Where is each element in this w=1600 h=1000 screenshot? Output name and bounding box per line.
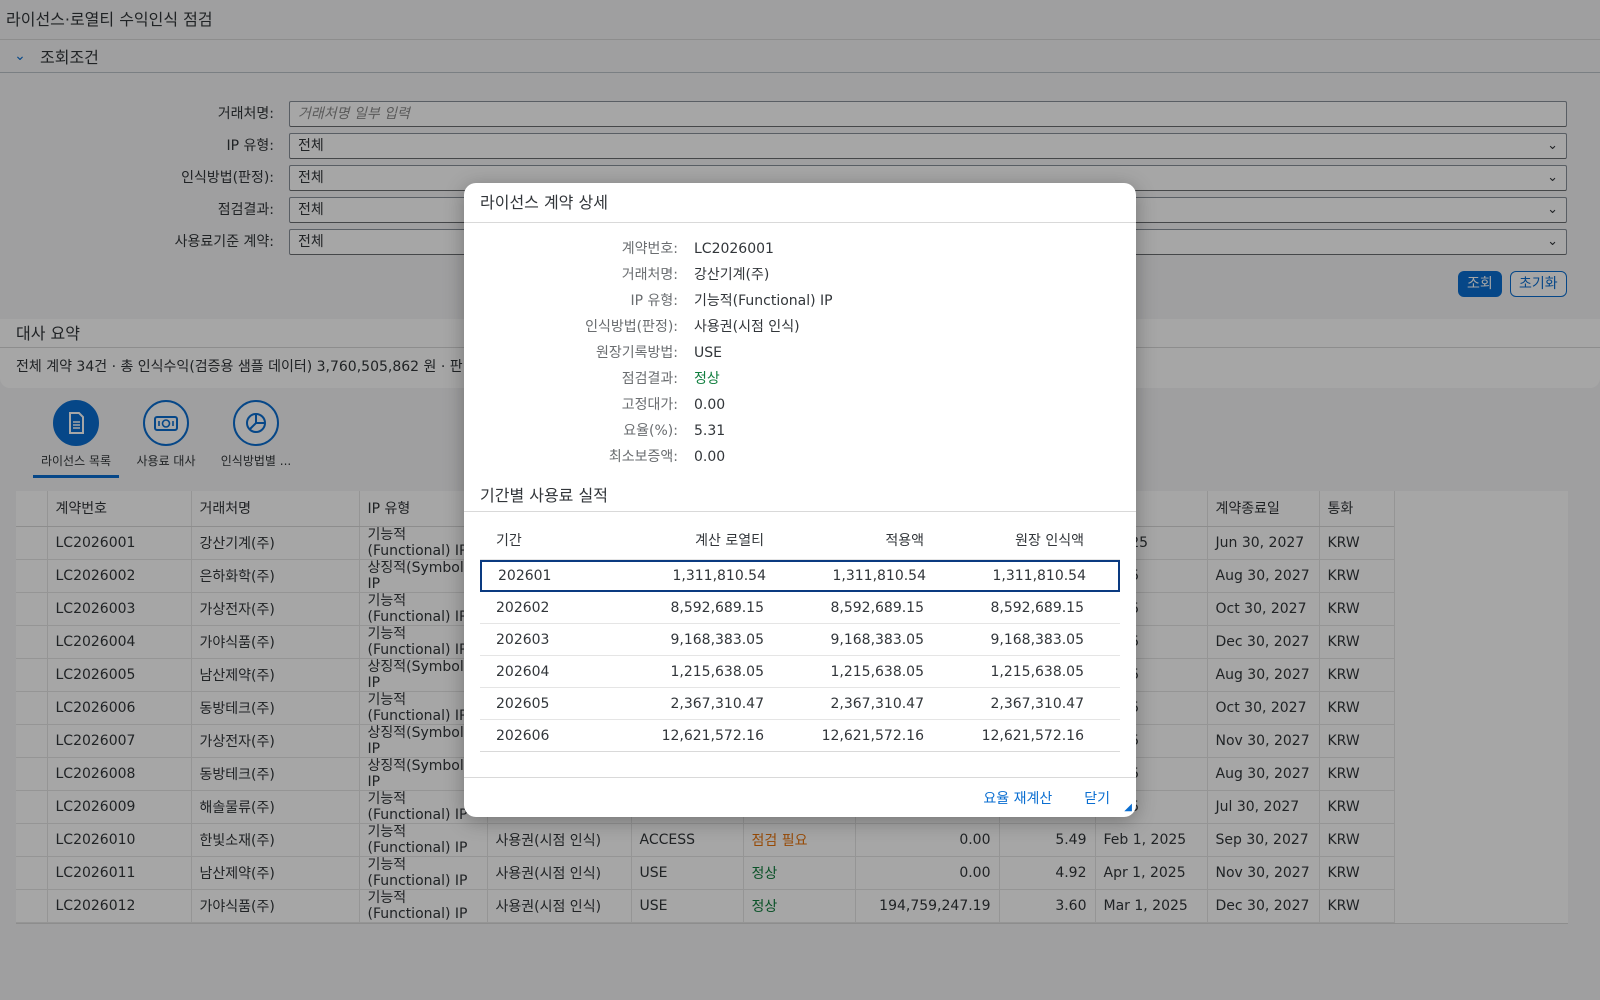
- period-cell: 8,592,689.15: [670, 599, 764, 616]
- form-label: 원장기록방법:: [596, 345, 678, 361]
- period-cell: 12,621,572.16: [821, 727, 924, 744]
- period-cell: 8,592,689.15: [990, 599, 1084, 616]
- period-cell: 202601: [498, 568, 552, 584]
- period-cell: 202603: [496, 631, 550, 648]
- period-cell: 202604: [496, 663, 550, 680]
- form-label: 최소보증액:: [608, 449, 678, 465]
- recalculate-rate-button[interactable]: 요율 재계산: [983, 788, 1052, 808]
- form-row: 거래처명: 강산기계(주): [464, 262, 1136, 288]
- form-label: 계약번호:: [621, 241, 678, 257]
- form-label: 인식방법(판정):: [585, 319, 678, 335]
- form-value: 0.00: [694, 449, 726, 465]
- resize-handle-icon[interactable]: ◢: [1124, 802, 1132, 813]
- form-value: 기능적(Functional) IP: [694, 293, 833, 309]
- form-value: USE: [694, 345, 722, 361]
- period-cell: 8,592,689.15: [830, 599, 924, 616]
- period-cell: 2,367,310.47: [670, 695, 764, 712]
- period-cell: 9,168,383.05: [670, 631, 764, 648]
- column-header: 기간: [496, 532, 522, 549]
- period-cell: 1,311,810.54: [832, 568, 926, 584]
- dialog-title: 라이선스 계약 상세: [464, 183, 1136, 223]
- contract-detail-form: 계약번호: LC2026001 거래처명: 강산기계(주) IP 유형: 기능적(Func…: [464, 223, 1136, 470]
- column-header: 원장 인식액: [1015, 532, 1084, 549]
- period-row[interactable]: 202602 8,592,689.15 8,592,689.15 8,592,689.…: [480, 592, 1120, 624]
- form-label: 거래처명:: [621, 267, 678, 283]
- close-button[interactable]: 닫기: [1084, 788, 1110, 808]
- form-row: 최소보증액: 0.00: [464, 444, 1136, 470]
- form-value: 정상: [694, 371, 720, 387]
- period-table-header: 기간 계산 로열티 적용액 원장 인식액: [480, 520, 1120, 560]
- form-label: 요율(%):: [623, 423, 678, 439]
- period-row[interactable]: 202604 1,215,638.05 1,215,638.05 1,215,638.…: [480, 656, 1120, 688]
- form-label: IP 유형:: [630, 293, 679, 309]
- form-value: LC2026001: [694, 241, 774, 257]
- column-header: 계산 로열티: [695, 532, 764, 549]
- period-row[interactable]: 202601 1,311,810.54 1,311,810.54 1,311,810.…: [480, 560, 1120, 592]
- period-cell: 1,215,638.05: [990, 663, 1084, 680]
- form-value: 강산기계(주): [694, 267, 770, 283]
- form-row: 계약번호: LC2026001: [464, 236, 1136, 262]
- form-row: IP 유형: 기능적(Functional) IP: [464, 288, 1136, 314]
- period-cell: 1,215,638.05: [670, 663, 764, 680]
- period-row[interactable]: 202603 9,168,383.05 9,168,383.05 9,168,383.…: [480, 624, 1120, 656]
- period-cell: 9,168,383.05: [990, 631, 1084, 648]
- period-cell: 12,621,572.16: [981, 727, 1084, 744]
- period-cell: 9,168,383.05: [830, 631, 924, 648]
- form-row: 점검결과: 정상: [464, 366, 1136, 392]
- period-row[interactable]: 202606 12,621,572.16 12,621,572.16 12,621,5…: [480, 720, 1120, 752]
- dialog-footer: 요율 재계산 닫기: [464, 777, 1136, 817]
- period-cell: 202606: [496, 727, 550, 744]
- form-label: 점검결과:: [621, 371, 678, 387]
- form-row: 요율(%): 5.31: [464, 418, 1136, 444]
- period-row[interactable]: 202605 2,367,310.47 2,367,310.47 2,367,310.…: [480, 688, 1120, 720]
- period-cell: 1,311,810.54: [672, 568, 766, 584]
- form-value: 사용권(시점 인식): [694, 319, 800, 335]
- period-cell: 202602: [496, 599, 550, 616]
- form-value: 0.00: [694, 397, 726, 413]
- form-row: 고정대가: 0.00: [464, 392, 1136, 418]
- period-cell: 202605: [496, 695, 550, 712]
- period-cell: 2,367,310.47: [830, 695, 924, 712]
- column-header: 적용액: [885, 532, 924, 549]
- period-cell: 12,621,572.16: [661, 727, 764, 744]
- form-row: 인식방법(판정): 사용권(시점 인식): [464, 314, 1136, 340]
- period-section-title: 기간별 사용료 실적: [464, 480, 1136, 512]
- form-row: 원장기록방법: USE: [464, 340, 1136, 366]
- license-detail-dialog: 라이선스 계약 상세 계약번호: LC2026001 거래처명: 강산기계(주) IP …: [464, 183, 1136, 817]
- period-royalty-table: 기간 계산 로열티 적용액 원장 인식액 202601 1,311,810.54 1,311…: [480, 520, 1120, 752]
- form-label: 고정대가:: [621, 397, 678, 413]
- period-cell: 1,311,810.54: [992, 568, 1086, 584]
- form-value: 5.31: [694, 423, 726, 439]
- period-cell: 1,215,638.05: [830, 663, 924, 680]
- period-cell: 2,367,310.47: [990, 695, 1084, 712]
